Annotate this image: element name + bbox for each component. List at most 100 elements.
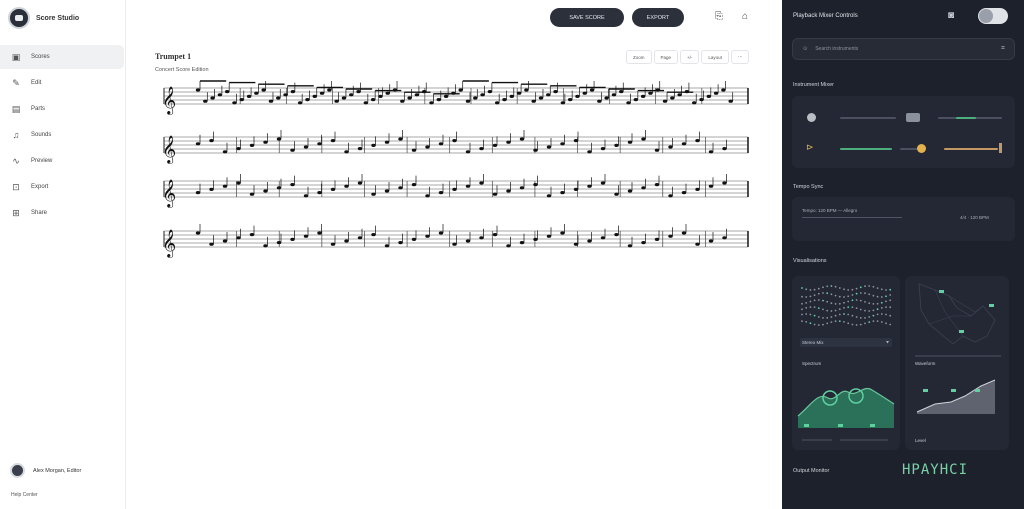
gain-handle[interactable] — [999, 143, 1002, 153]
sidebar-item-preview[interactable]: ∿ Preview — [0, 149, 124, 173]
spectrum-dot — [830, 302, 833, 305]
note-head — [195, 231, 201, 235]
spectrum-dot — [817, 307, 820, 309]
note-head — [681, 142, 687, 146]
sidebar-item-parts[interactable]: ▤ Parts — [0, 97, 124, 121]
spectrum-dot — [859, 317, 862, 319]
instrument-search[interactable]: ⊙ Search instruments ⌗ — [792, 38, 1015, 60]
share-icon: ⊞ — [12, 207, 20, 218]
spectrum-dot — [813, 314, 816, 317]
spectrum-dot — [872, 285, 875, 288]
note-head — [600, 236, 606, 240]
note-head — [249, 143, 255, 147]
note-head — [224, 90, 230, 94]
spectrum-dot — [868, 302, 871, 305]
pan-fill — [956, 117, 976, 119]
spectrum-dot — [864, 317, 866, 319]
volume-slider[interactable] — [840, 117, 896, 119]
spectrum-dot — [859, 323, 862, 326]
spectrum-dot — [855, 299, 858, 301]
volume-knob-icon[interactable] — [807, 113, 816, 122]
reverb-slider[interactable] — [840, 148, 892, 150]
note-head — [349, 93, 354, 97]
viz-dropdown[interactable]: Stereo Mix — [802, 340, 824, 345]
sidebar-item-export[interactable]: ⊡ Export — [0, 175, 124, 199]
note-head — [297, 101, 303, 105]
note-head — [722, 147, 727, 151]
note-head — [600, 181, 606, 185]
note-head — [519, 186, 525, 190]
spectrum-dot — [872, 303, 875, 305]
camera-icon[interactable]: ◙ — [948, 10, 954, 21]
reverb-knob[interactable] — [917, 144, 926, 153]
note-head — [425, 194, 430, 198]
spectrum-dot — [838, 313, 841, 316]
sidebar-item-label: Sounds — [31, 132, 52, 138]
spectrum-dot — [826, 292, 829, 295]
export-button[interactable]: EXPORT — [632, 8, 684, 27]
spectrum-dot — [809, 306, 812, 308]
note-head — [195, 88, 201, 92]
sidebar-item-edit[interactable]: ✎ Edit — [0, 71, 124, 95]
spectrum-dot — [805, 313, 808, 315]
filter-icon[interactable]: ⌗ — [1001, 45, 1005, 53]
note-head — [222, 184, 228, 188]
score-tool-button[interactable]: +/- — [680, 50, 700, 64]
spectrum-dot — [868, 285, 871, 287]
spectrum-dot — [880, 296, 883, 298]
gain-slider[interactable] — [944, 148, 998, 150]
note-head — [384, 140, 390, 144]
spectrum-dot — [872, 309, 875, 312]
sidebar-item-scores[interactable]: ▣ Scores — [0, 45, 124, 69]
note-head — [721, 88, 726, 92]
user-profile[interactable]: Alex Morgan, Editor — [10, 463, 81, 478]
spectrum-dot — [834, 285, 837, 288]
note-head — [344, 184, 349, 188]
note-head — [492, 233, 498, 237]
spectrum-dot — [855, 292, 858, 295]
speaker-icon: ♫ — [12, 130, 20, 140]
spectrum-dot — [855, 316, 858, 318]
spectrum-dot — [817, 287, 820, 290]
spectrum-dot — [843, 313, 845, 315]
spectrum-dot — [834, 303, 837, 305]
spectrum-dot — [885, 313, 887, 316]
sidebar-item-share[interactable]: ⊞ Share — [0, 201, 124, 225]
note-head — [283, 93, 288, 97]
spectrum-dot — [880, 321, 883, 323]
music-score[interactable]: 𝄞 𝄞 𝄞 𝄞 — [154, 75, 754, 265]
dark-mode-toggle[interactable] — [978, 8, 1008, 24]
spectrum-dot — [834, 320, 837, 323]
note-head — [290, 90, 296, 94]
note-head — [614, 233, 619, 237]
search-input[interactable]: Search instruments — [815, 46, 858, 52]
spectrum-dot — [809, 313, 812, 316]
note-head — [492, 143, 498, 147]
score-tool-button[interactable]: ⋯ — [730, 50, 750, 64]
note-head — [217, 93, 223, 97]
note-head — [524, 88, 529, 92]
score-tool-button[interactable]: Zoom — [626, 50, 652, 64]
note-head — [692, 101, 697, 105]
sidebar-item-sounds[interactable]: ♫ Sounds — [0, 123, 124, 147]
sidebar-item-label: Export — [31, 184, 49, 190]
search-icon: ⊙ — [803, 46, 808, 52]
note-head — [222, 239, 228, 243]
note-head — [385, 91, 390, 95]
note-head — [425, 145, 430, 149]
help-link[interactable]: Help Center — [11, 492, 38, 498]
spectrum-dot — [843, 321, 845, 323]
score-editor: SAVE SCORE EXPORT ⎘ ⌂ Trumpet 1 Concert … — [126, 0, 782, 509]
sidebar-nav: ▣ Scores ✎ Edit ▤ Parts ♫ Sounds ∿ Preview ⊡ Export… — [0, 45, 126, 227]
clipboard-icon[interactable]: ⎘ — [715, 11, 723, 22]
playback-panel: Playback Mixer Controls ◙ ⊙ Search instr… — [782, 0, 1024, 509]
save-score-button[interactable]: SAVE SCORE — [550, 8, 624, 27]
score-tool-button[interactable]: Page — [653, 50, 679, 64]
score-tool-button[interactable]: Layout — [701, 50, 729, 64]
spectrum-dot — [822, 308, 824, 311]
note-head — [728, 99, 733, 103]
brand[interactable]: Score Studio — [8, 7, 79, 29]
note-head — [236, 181, 241, 185]
note-head — [334, 99, 339, 103]
lock-icon[interactable]: ⌂ — [742, 11, 748, 22]
